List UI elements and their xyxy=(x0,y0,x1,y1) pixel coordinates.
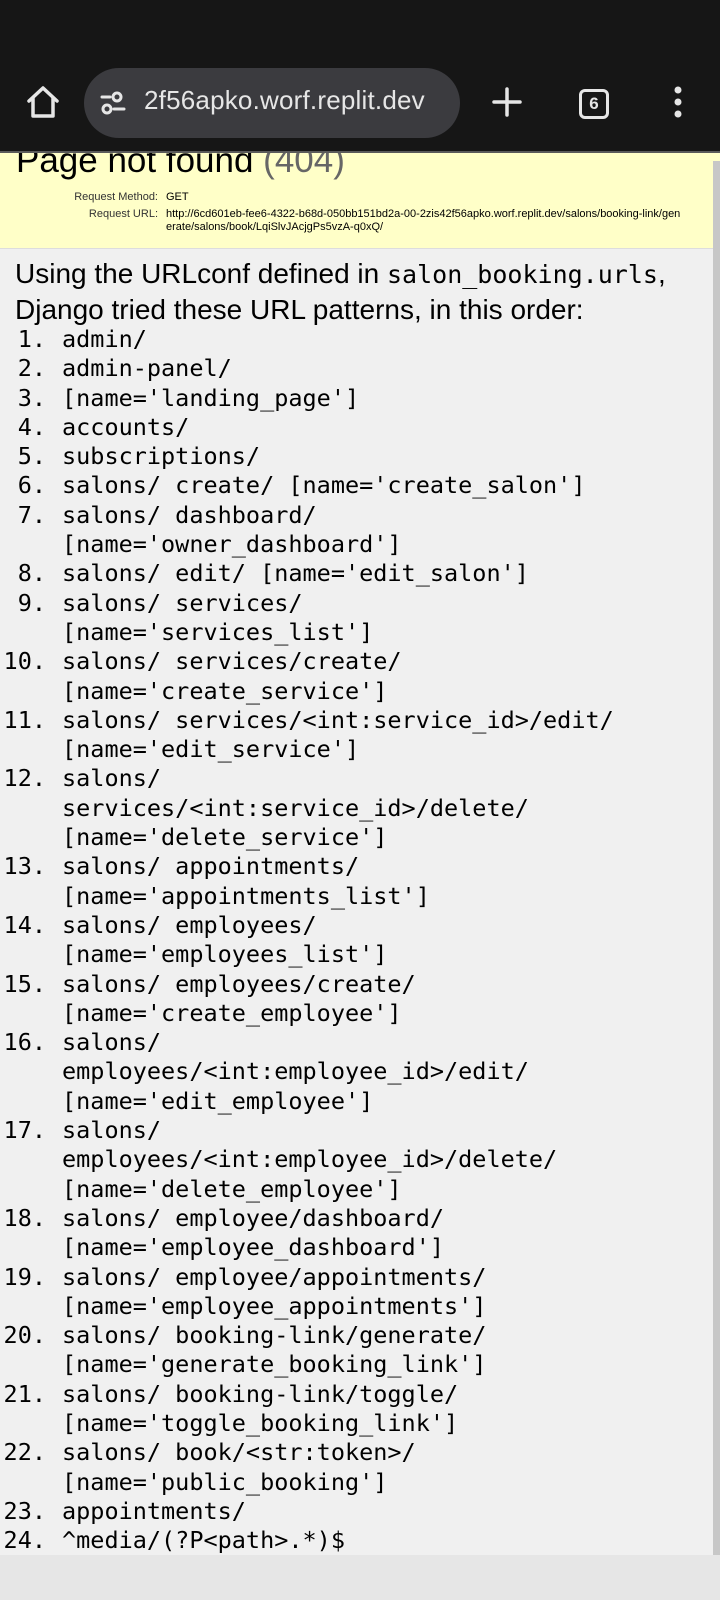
intro-prefix: Using the URLconf defined in xyxy=(15,258,387,289)
url-pattern-item: 24. ^media/(?P<path>.*)$ xyxy=(0,1526,700,1555)
url-pattern-number: 8. xyxy=(17,559,46,588)
overflow-menu-icon[interactable] xyxy=(655,79,701,125)
url-pattern-number: 1. xyxy=(17,325,46,353)
url-pattern-item: 10. salons/ services/create/ [name='creat… xyxy=(0,647,700,706)
url-pattern-item: 9. salons/ services/ [name='services_list… xyxy=(0,589,700,648)
url-pattern-text: salons/ employees/create/ [name='create_… xyxy=(62,969,416,1027)
url-pattern-item: 12. salons/ services/<int:service_id>/del… xyxy=(0,764,700,852)
url-pattern-number: 23. xyxy=(3,1496,46,1525)
url-pattern-text: appointments/ xyxy=(62,1496,246,1525)
url-pattern-item: 18. salons/ employee/dashboard/ [name='em… xyxy=(0,1204,700,1263)
request-method-value: GET xyxy=(166,191,189,203)
url-pattern-item: 7. salons/ dashboard/ [name='owner_dashbo… xyxy=(0,501,700,560)
url-pattern-text: salons/ book/<str:token>/ [name='public_… xyxy=(62,1438,416,1496)
url-pattern-text: ^media/(?P<path>.*)$ xyxy=(62,1526,345,1555)
scrollbar[interactable] xyxy=(713,161,720,1555)
url-pattern-item: 23. appointments/ xyxy=(0,1497,700,1526)
url-pattern-number: 18. xyxy=(3,1203,46,1232)
url-pattern-number: 7. xyxy=(17,500,46,529)
url-pattern-number: 5. xyxy=(17,442,46,471)
request-method-label: Request Method: xyxy=(74,191,158,203)
url-pattern-number: 2. xyxy=(17,354,46,383)
url-pattern-text: salons/ create/ [name='create_salon'] xyxy=(62,471,586,500)
url-pattern-text: salons/ dashboard/ [name='owner_dashboar… xyxy=(62,500,402,559)
url-pattern-item: 5. subscriptions/ xyxy=(0,442,700,471)
request-url-row: Request URL: http://6cd601eb-fee6-4322-b… xyxy=(0,208,720,236)
url-pattern-item: 8. salons/ edit/ [name='edit_salon'] xyxy=(0,559,700,588)
url-pattern-item: 20. salons/ booking-link/generate/ [name=… xyxy=(0,1321,700,1380)
urlconf-intro: Using the URLconf defined in salon_booki… xyxy=(15,256,705,327)
url-pattern-number: 14. xyxy=(3,910,46,939)
url-pattern-number: 24. xyxy=(3,1526,46,1555)
url-pattern-text: accounts/ xyxy=(62,412,190,441)
url-pattern-number: 16. xyxy=(3,1028,46,1057)
page-content: Page not found (404) Request Method: GET… xyxy=(0,153,720,1555)
url-pattern-item: 11. salons/ services/<int:service_id>/edi… xyxy=(0,706,700,765)
error-code: (404) xyxy=(263,153,345,180)
url-pattern-text: salons/ services/ [name='services_list'] xyxy=(62,588,374,646)
url-pattern-number: 9. xyxy=(17,588,46,617)
address-bar[interactable]: 2f56apko.worf.replit.dev xyxy=(84,68,460,138)
browser-toolbar: 2f56apko.worf.replit.dev 6 xyxy=(0,0,720,153)
url-text[interactable]: 2f56apko.worf.replit.dev xyxy=(144,85,425,116)
new-tab-icon[interactable] xyxy=(484,79,530,125)
home-icon[interactable] xyxy=(20,79,66,125)
url-pattern-number: 19. xyxy=(3,1262,46,1291)
url-pattern-number: 6. xyxy=(17,471,46,500)
request-url-value: http://6cd601eb-fee6-4322-b68d-050bb151b… xyxy=(166,208,681,233)
url-pattern-text: salons/ employee/appointments/ [name='em… xyxy=(62,1262,487,1320)
url-pattern-text: salons/ services/<int:service_id>/delete… xyxy=(62,764,529,852)
url-pattern-item: 2. admin-panel/ xyxy=(0,354,700,383)
tab-switcher-icon[interactable]: 6 xyxy=(571,81,617,127)
url-pattern-number: 22. xyxy=(3,1438,46,1467)
site-settings-icon[interactable] xyxy=(96,86,130,120)
url-pattern-number: 17. xyxy=(3,1116,46,1145)
url-pattern-text: admin-panel/ xyxy=(62,354,232,383)
url-pattern-item: 19. salons/ employee/appointments/ [name=… xyxy=(0,1263,700,1322)
url-pattern-text: salons/ employees/ [name='employees_list… xyxy=(62,910,388,969)
url-pattern-text: salons/ services/create/ [name='create_s… xyxy=(62,647,402,705)
url-pattern-text: salons/ services/<int:service_id>/edit/ … xyxy=(62,705,614,764)
url-pattern-number: 12. xyxy=(3,764,46,793)
url-pattern-item: 13. salons/ appointments/ [name='appointm… xyxy=(0,852,700,911)
url-pattern-text: salons/ booking-link/toggle/ [name='togg… xyxy=(62,1379,459,1437)
url-pattern-number: 15. xyxy=(3,969,46,998)
gesture-bar xyxy=(0,1555,720,1600)
tab-count: 6 xyxy=(589,94,599,113)
error-title: Page not found xyxy=(16,153,254,180)
url-pattern-item: 3. [name='landing_page'] xyxy=(0,384,700,413)
url-pattern-text: subscriptions/ xyxy=(62,442,261,471)
url-pattern-text: salons/ employees/<int:employee_id>/dele… xyxy=(62,1116,558,1203)
url-pattern-number: 10. xyxy=(3,647,46,676)
url-pattern-number: 4. xyxy=(17,412,46,441)
url-pattern-number: 11. xyxy=(3,705,46,734)
request-url-label: Request URL: xyxy=(88,208,158,220)
url-pattern-text: admin/ xyxy=(62,325,147,353)
url-pattern-item: 6. salons/ create/ [name='create_salon'] xyxy=(0,471,700,500)
url-pattern-item: 15. salons/ employees/create/ [name='crea… xyxy=(0,970,700,1029)
url-pattern-number: 13. xyxy=(3,852,46,881)
url-pattern-item: 22. salons/ book/<str:token>/ [name='publ… xyxy=(0,1438,700,1497)
url-pattern-list: 1. admin/2. admin-panel/3. [name='landing_p… xyxy=(0,325,700,1555)
url-pattern-text: salons/ edit/ [name='edit_salon'] xyxy=(62,559,529,588)
url-pattern-text: salons/ appointments/ [name='appointment… xyxy=(62,852,430,910)
url-pattern-text: salons/ employee/dashboard/ [name='emplo… xyxy=(62,1203,445,1262)
url-pattern-item: 14. salons/ employees/ [name='employees_l… xyxy=(0,911,700,970)
page-title: Page not found (404) xyxy=(16,153,345,181)
url-pattern-item: 21. salons/ booking-link/toggle/ [name='t… xyxy=(0,1380,700,1439)
urlconf-name: salon_booking.urls xyxy=(387,260,658,289)
url-pattern-item: 1. admin/ xyxy=(0,325,700,354)
url-pattern-number: 3. xyxy=(17,383,46,412)
url-pattern-number: 21. xyxy=(3,1379,46,1408)
request-method-row: Request Method: GET xyxy=(0,191,720,205)
url-pattern-item: 16. salons/ employees/<int:employee_id>/e… xyxy=(0,1028,700,1116)
url-pattern-item: 17. salons/ employees/<int:employee_id>/d… xyxy=(0,1116,700,1204)
url-pattern-number: 20. xyxy=(3,1321,46,1350)
error-summary: Page not found (404) Request Method: GET… xyxy=(0,153,720,249)
url-pattern-text: salons/ booking-link/generate/ [name='ge… xyxy=(62,1321,487,1379)
url-pattern-text: [name='landing_page'] xyxy=(62,383,360,412)
url-pattern-item: 4. accounts/ xyxy=(0,413,700,442)
url-pattern-text: salons/ employees/<int:employee_id>/edit… xyxy=(62,1028,529,1115)
